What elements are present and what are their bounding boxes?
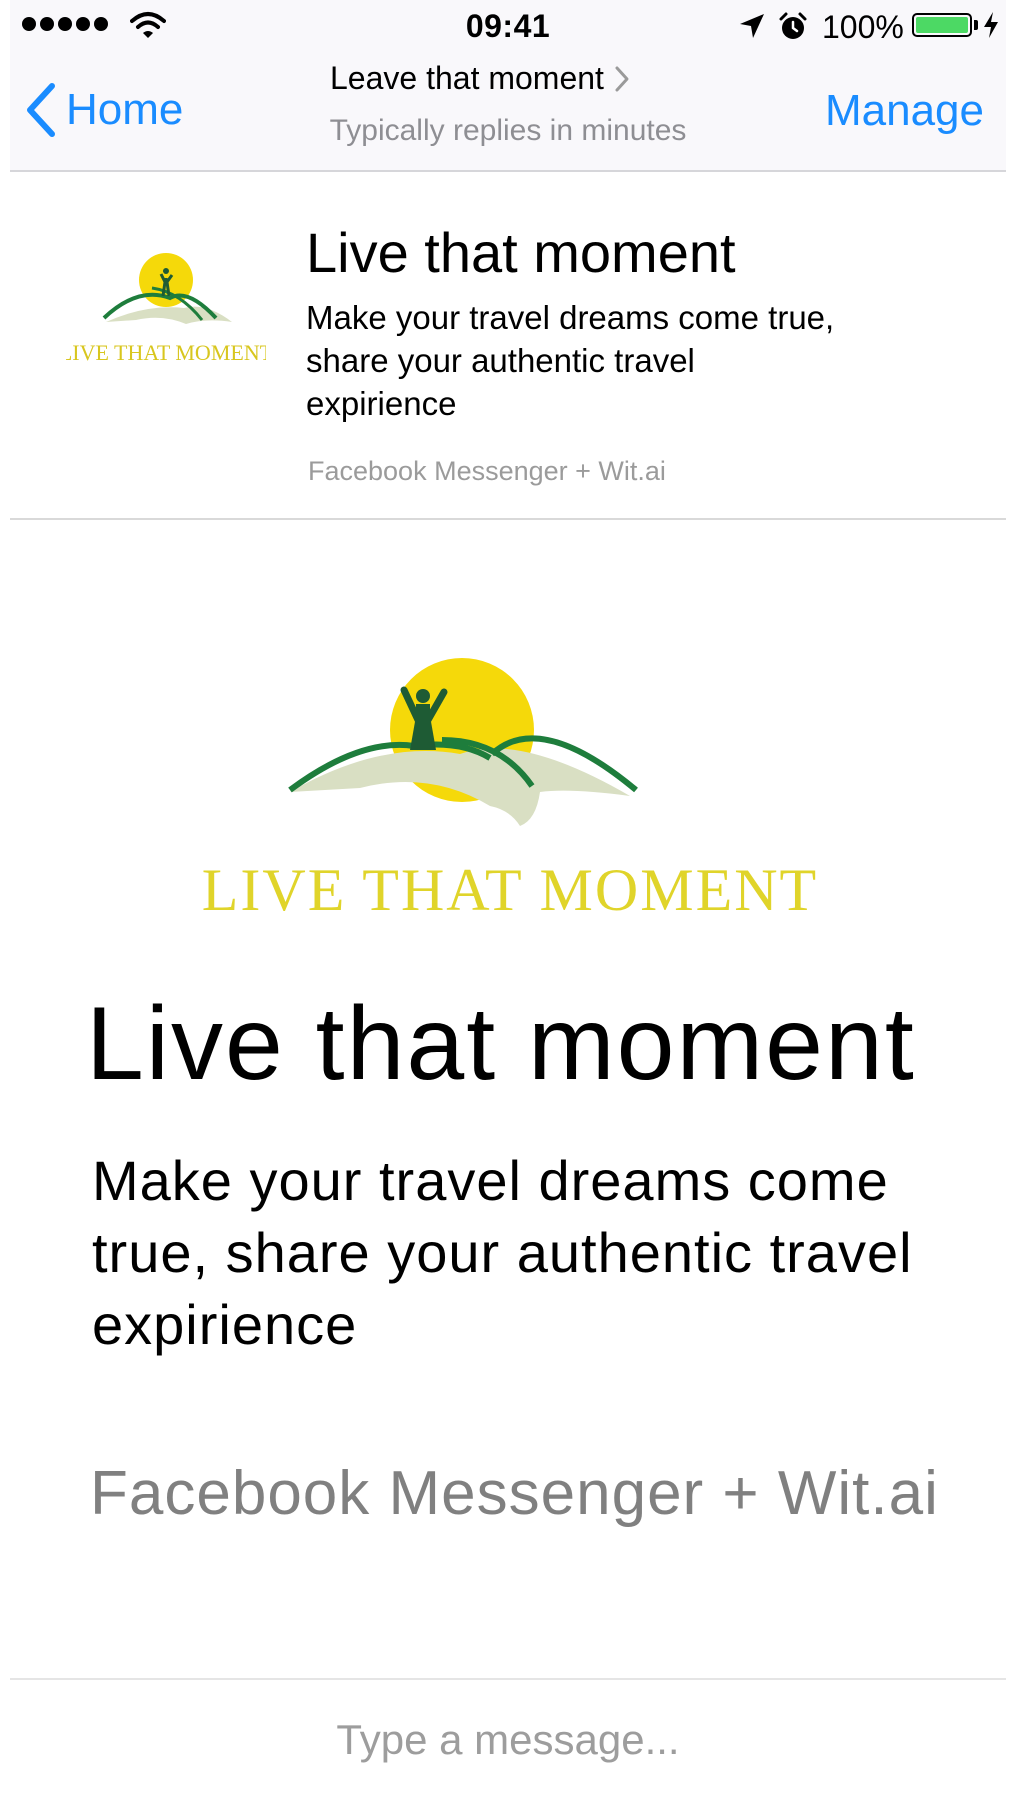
battery-icon (912, 13, 972, 37)
main-title: Live that moment (86, 986, 916, 1102)
main-source: Facebook Messenger + Wit.ai (90, 1459, 939, 1528)
charging-bolt-icon (984, 12, 998, 38)
logo-text: LIVE THAT MOMENT (66, 340, 266, 365)
battery-nub (974, 20, 978, 30)
battery-percent: 100% (822, 9, 904, 45)
battery-level-fill (916, 17, 968, 33)
main-description: Make your travel dreams come true, share… (92, 1149, 913, 1356)
manage-button[interactable]: Manage (825, 86, 984, 136)
chevron-right-icon (615, 66, 629, 91)
conversation-title-text: Leave that moment (330, 60, 604, 96)
app-screen: 09:41 100% Home Leave that moment Typica… (10, 0, 1006, 1800)
logo-text-large: LIVE THAT MOMENT (202, 857, 818, 923)
card-source: Facebook Messenger + Wit.ai (308, 456, 666, 486)
live-that-moment-logo: LIVE THAT MOMENT (66, 253, 266, 365)
card-description: Make your travel dreams come true, share… (306, 299, 835, 422)
message-input[interactable] (10, 1680, 1006, 1800)
card-title: Live that moment (306, 221, 736, 284)
alarm-clock-icon (779, 12, 807, 39)
bot-intro-card: LIVE THAT MOMENT Live that moment Make y… (10, 520, 1006, 1678)
message-composer (10, 1678, 1006, 1800)
conversation-title[interactable]: Leave that moment (330, 60, 630, 97)
status-bar: 09:41 100% (10, 0, 1006, 52)
live-that-moment-logo-large: LIVE THAT MOMENT (202, 658, 818, 923)
navigation-bar: Home Leave that moment Typically replies… (10, 52, 1006, 172)
location-arrow-icon (740, 14, 764, 38)
bot-header-card: LIVE THAT MOMENT Live that moment Make y… (10, 172, 1006, 520)
